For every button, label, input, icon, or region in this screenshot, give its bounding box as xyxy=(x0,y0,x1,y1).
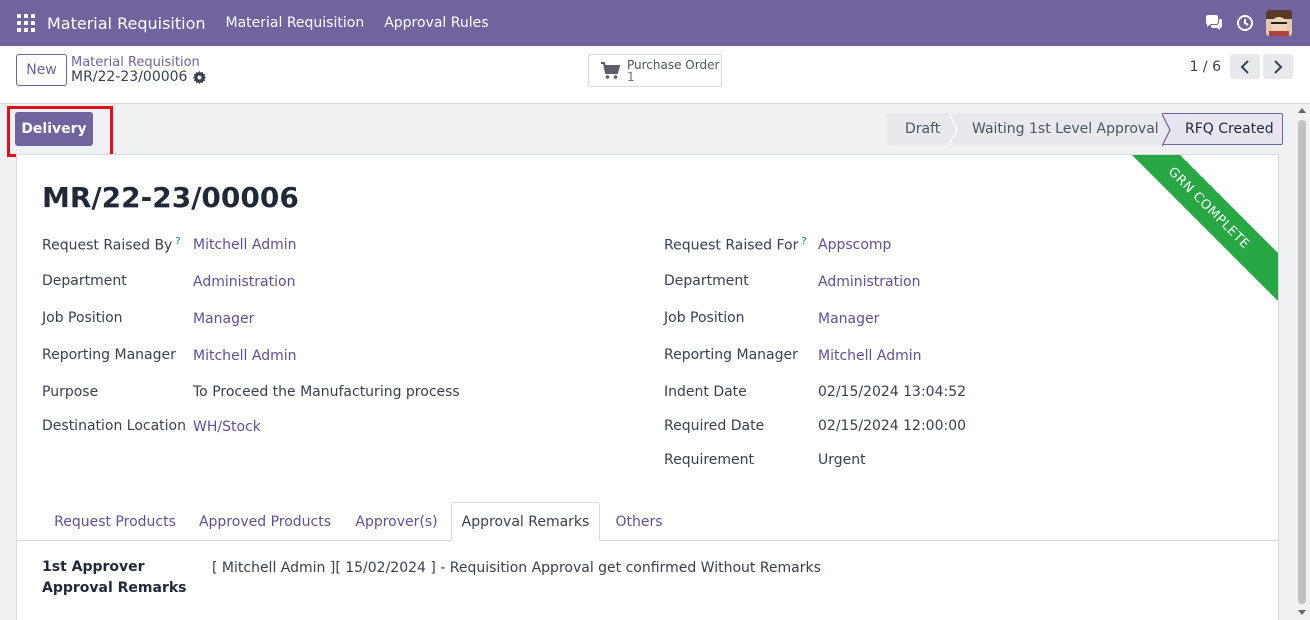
control-panel: New Material Requisition MR/22-23/00006 … xyxy=(0,46,1310,104)
stage-waiting-approval[interactable]: Waiting 1st Level Approval xyxy=(956,113,1162,145)
menu-material-requisition[interactable]: Material Requisition xyxy=(226,15,365,31)
tab-request-products[interactable]: Request Products xyxy=(42,502,188,541)
help-icon[interactable]: ? xyxy=(175,236,180,247)
label-department-right: Department xyxy=(664,273,749,289)
value-requirement[interactable]: Urgent xyxy=(818,452,866,468)
smart-button-count: 1 xyxy=(627,69,635,84)
stage-rfq-label: RFQ Created xyxy=(1185,121,1274,137)
label-requirement: Requirement xyxy=(664,452,755,468)
value-reporting-manager[interactable]: Mitchell Admin xyxy=(193,348,297,364)
value-job-position[interactable]: Manager xyxy=(193,311,254,327)
form-sheet: GRN COMPLETE MR/22-23/00006 Request Rais… xyxy=(16,154,1279,620)
label-job-position: Job Position xyxy=(42,310,123,326)
cart-icon xyxy=(601,61,621,79)
label-request-raised-for: Request Raised For? xyxy=(664,236,807,254)
value-request-raised-for[interactable]: Appscomp xyxy=(818,237,891,253)
pager-previous-button[interactable] xyxy=(1230,54,1260,79)
scroll-thumb[interactable] xyxy=(1298,120,1306,604)
stage-separator-active xyxy=(1162,114,1171,146)
chevron-right-icon xyxy=(1274,59,1283,74)
notebook-tabs: Request Products Approved Products Appro… xyxy=(17,502,1278,541)
label-request-raised-for-text: Request Raised For xyxy=(664,237,799,254)
label-department: Department xyxy=(42,273,127,289)
stage-separator xyxy=(949,113,963,145)
tab-approval-remarks[interactable]: Approval Remarks xyxy=(451,502,600,541)
app-brand[interactable]: Material Requisition xyxy=(47,14,206,33)
value-request-raised-by[interactable]: Mitchell Admin xyxy=(193,237,297,253)
smart-button-label: Purchase Order xyxy=(627,57,720,72)
tab-others[interactable]: Others xyxy=(600,502,678,541)
label-purpose: Purpose xyxy=(42,384,99,400)
label-reporting-manager: Reporting Manager xyxy=(42,347,176,363)
value-reporting-manager-right[interactable]: Mitchell Admin xyxy=(818,348,922,364)
purchase-order-smart-button[interactable]: Purchase Order 1 xyxy=(588,54,722,87)
smart-button-text: Purchase Order 1 xyxy=(627,59,719,83)
value-department-right[interactable]: Administration xyxy=(818,274,920,290)
pager-next-button[interactable] xyxy=(1263,54,1293,79)
clock-icon[interactable] xyxy=(1236,14,1254,32)
value-purpose[interactable]: To Proceed the Manufacturing process xyxy=(193,384,460,400)
breadcrumb-current-label: MR/22-23/00006 xyxy=(71,69,188,85)
value-destination-location[interactable]: WH/Stock xyxy=(193,419,261,435)
tab-approvers[interactable]: Approver(s) xyxy=(342,502,451,541)
stage-draft-label: Draft xyxy=(905,121,941,137)
highlight-annotation xyxy=(7,106,113,157)
status-bar: Draft Waiting 1st Level Approval RFQ Cre… xyxy=(887,113,1283,146)
gear-icon[interactable] xyxy=(193,71,207,84)
vertical-scrollbar[interactable] xyxy=(1294,104,1310,620)
value-indent-date[interactable]: 02/15/2024 13:04:52 xyxy=(818,384,966,400)
stage-draft[interactable]: Draft xyxy=(887,113,963,145)
menu-approval-rules[interactable]: Approval Rules xyxy=(384,15,488,31)
apps-menu-icon[interactable] xyxy=(17,14,35,32)
scroll-up-arrow-icon[interactable] xyxy=(1298,108,1306,113)
value-job-position-right[interactable]: Manager xyxy=(818,311,879,327)
new-button[interactable]: New xyxy=(16,54,67,86)
scroll-down-arrow-icon[interactable] xyxy=(1298,610,1306,615)
label-job-position-right: Job Position xyxy=(664,310,745,326)
label-required-date: Required Date xyxy=(664,418,765,434)
label-request-raised-by-text: Request Raised By xyxy=(42,237,173,254)
label-indent-date: Indent Date xyxy=(664,384,747,400)
label-request-raised-by: Request Raised By? xyxy=(42,236,181,254)
record-title: MR/22-23/00006 xyxy=(42,181,299,214)
chevron-left-icon xyxy=(1240,59,1249,74)
grn-complete-ribbon: GRN COMPLETE xyxy=(1115,155,1278,302)
breadcrumb-current: MR/22-23/00006 xyxy=(71,69,207,85)
pager-value[interactable]: 1 / 6 xyxy=(1190,59,1221,75)
chat-icon[interactable] xyxy=(1204,14,1224,32)
stage-rfq-created[interactable]: RFQ Created xyxy=(1162,113,1283,146)
value-approver-remarks[interactable]: [ Mitchell Admin ][ 15/02/2024 ] - Requi… xyxy=(212,560,821,576)
help-icon[interactable]: ? xyxy=(801,236,806,247)
value-department[interactable]: Administration xyxy=(193,274,295,290)
label-destination-location: Destination Location xyxy=(42,418,186,434)
breadcrumb-parent[interactable]: Material Requisition xyxy=(71,55,206,70)
label-reporting-manager-right: Reporting Manager xyxy=(664,347,798,363)
value-required-date[interactable]: 02/15/2024 12:00:00 xyxy=(818,418,966,434)
label-approver-remarks: 1st Approver Approval Remarks xyxy=(42,559,187,596)
tab-approved-products[interactable]: Approved Products xyxy=(188,502,342,541)
top-navbar: Material Requisition Material Requisitio… xyxy=(0,0,1310,46)
user-avatar[interactable] xyxy=(1266,10,1292,36)
breadcrumb: Material Requisition MR/22-23/00006 xyxy=(71,55,207,85)
stage-waiting-label: Waiting 1st Level Approval xyxy=(972,121,1159,137)
